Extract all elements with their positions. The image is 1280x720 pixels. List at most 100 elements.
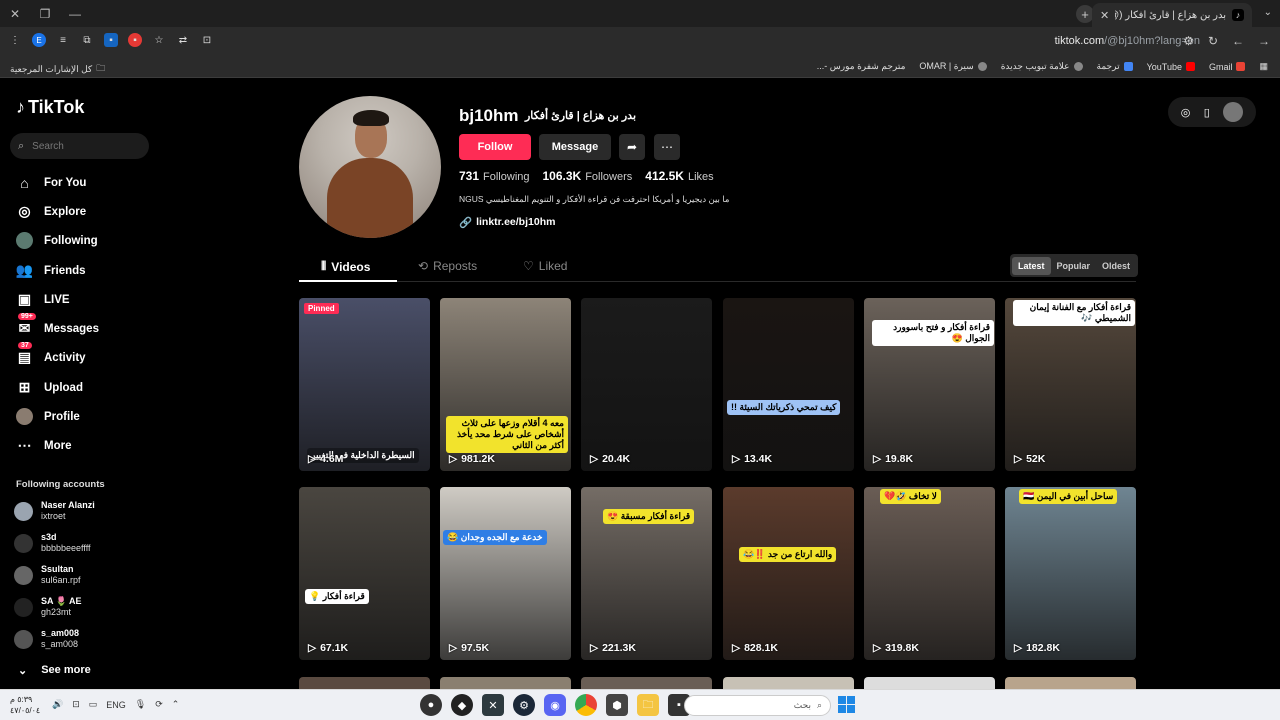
browser-menu-icon[interactable]: ⋮ [8, 33, 22, 47]
screenshot-icon[interactable]: ⊡ [200, 33, 214, 47]
window-close-icon[interactable]: ✕ [0, 0, 30, 27]
volume-icon[interactable]: 🔊 [52, 699, 63, 710]
start-button-icon[interactable] [838, 696, 855, 713]
video-card[interactable]: والله ارتاع من جد ‼️😂 ▷ 828.1K [723, 487, 854, 660]
sync-icon[interactable]: ⟳ [155, 699, 163, 710]
bookmark-translate[interactable]: ترجمة [1097, 61, 1133, 72]
tiktok-logo[interactable]: ♪ TikTok [16, 97, 84, 118]
video-card-partial[interactable] [1005, 677, 1136, 689]
bookmark-omar[interactable]: سيرة | OMAR [919, 61, 987, 72]
nav-upload[interactable]: ⊞ Upload [16, 379, 83, 396]
tab-close-icon[interactable]: ✕ [1100, 9, 1109, 22]
video-card[interactable]: لا تخاف 🤣💔 ▷ 319.8K [864, 487, 995, 660]
app-capcut-icon[interactable]: ✕ [482, 694, 504, 716]
extension-red-icon[interactable]: ▪ [128, 33, 142, 47]
video-card[interactable]: قراءة أفكار مسبقة 😍 ▷ 221.3K [581, 487, 712, 660]
browser-tab[interactable]: ♪ بدر بن هزاع | قارئ أفكار (@bj10hm) | ✕ [1092, 3, 1252, 27]
nav-activity[interactable]: ▤ 37 Activity [16, 342, 86, 366]
video-card[interactable]: كيف تمحي ذكرياتك السيئة !! ▷ 13.4K [723, 298, 854, 471]
forward-icon[interactable]: ← [1232, 34, 1244, 48]
language-indicator[interactable]: ENG [106, 700, 126, 710]
nav-messages[interactable]: ✉ 99+ Messages [16, 313, 99, 337]
site-settings-icon[interactable]: ⚙ [1183, 34, 1194, 48]
window-restore-icon[interactable]: ❐ [30, 0, 60, 27]
video-card[interactable]: قراءة أفكار 💡 ▷ 67.1K [299, 487, 430, 660]
nav-explore[interactable]: ◎ Explore [16, 203, 86, 220]
follow-button[interactable]: Follow [459, 134, 531, 160]
extensions-icon[interactable]: ⧉ [80, 33, 94, 47]
tab-reposts[interactable]: ⟲ Reposts [418, 259, 477, 273]
following-account[interactable]: Naser Alanzi ixtroet [14, 500, 95, 522]
sort-popular[interactable]: Popular [1051, 257, 1097, 275]
app-unity-icon[interactable]: ◆ [451, 694, 473, 716]
following-account[interactable]: s3d bbbbbeeeffff [14, 532, 91, 554]
profile-avatar[interactable] [299, 96, 441, 238]
see-more-button[interactable]: ⌄ See more [18, 664, 91, 677]
video-card[interactable]: قراءة أفكار مع الفنانة إيمان الشميطي 🎶 ▷ 5… [1005, 298, 1136, 471]
reload-icon[interactable]: ↻ [1208, 34, 1218, 48]
nav-for-you[interactable]: ⌂ For You [16, 174, 86, 191]
translate-icon[interactable]: ⇄ [176, 33, 190, 47]
extension-blue-icon[interactable]: ▪ [104, 33, 118, 47]
share-icon[interactable]: ➦ [619, 134, 645, 160]
video-card[interactable]: معه 4 أقلام وزعها على ثلاث أشخاص على شرط… [440, 298, 571, 471]
battery-icon[interactable]: ▭ [89, 699, 98, 710]
bookmark-star-icon[interactable]: ☆ [152, 33, 166, 47]
app-obs-icon[interactable]: ● [420, 694, 442, 716]
following-account[interactable]: SA 🌷 AE gh23mt [14, 596, 82, 618]
nav-profile[interactable]: Profile [16, 408, 80, 425]
following-stat[interactable]: 731 Following [459, 169, 530, 183]
profile-e-icon[interactable]: E [32, 33, 46, 47]
followers-stat[interactable]: 106.3K Followers [543, 169, 633, 183]
tray-chevron-icon[interactable]: ⌃ [172, 699, 180, 710]
bookmark-morse[interactable]: مترجم شفرة مورس -... [817, 61, 906, 72]
url-field[interactable]: tiktok.com/@bj10hm?lang=en [1055, 35, 1200, 47]
back-icon[interactable]: → [1258, 34, 1270, 48]
following-account[interactable]: s_am008 s_am008 [14, 628, 79, 650]
device-icon[interactable]: ▯ [1204, 106, 1210, 119]
network-icon[interactable]: ⊡ [72, 699, 80, 710]
video-card[interactable]: ساحل أبين في اليمن 🇾🇪 ▷ 182.8K [1005, 487, 1136, 660]
tab-liked[interactable]: ♡ Liked [523, 259, 567, 273]
all-bookmarks[interactable]: كل الإشارات المرجعية 🗀 [10, 61, 105, 77]
coin-icon[interactable]: ◎ [1181, 106, 1191, 119]
taskbar-search[interactable]: بحث ⌕ [684, 695, 831, 716]
search-input[interactable]: ⌕ Search [10, 133, 149, 159]
bookmark-new-tab[interactable]: علامة تبويب جديدة [1001, 61, 1083, 72]
video-card-partial[interactable] [440, 677, 571, 689]
app-chrome-icon[interactable] [575, 694, 597, 716]
more-options-icon[interactable]: ⋯ [654, 134, 680, 160]
profile-username: bj10hm [459, 106, 519, 125]
profile-link[interactable]: 🔗 linktr.ee/bj10hm [459, 216, 555, 229]
following-account[interactable]: Ssultan sul6an.rpf [14, 564, 81, 586]
tab-search-icon[interactable]: ⌄ [1264, 7, 1272, 18]
video-card-partial[interactable] [299, 677, 430, 689]
nav-following[interactable]: Following [16, 232, 98, 249]
apps-grid-icon[interactable]: ▦ [1259, 61, 1268, 72]
video-card-partial[interactable] [581, 677, 712, 689]
app-file-explorer-icon[interactable]: 🗀 [637, 694, 659, 716]
video-card-partial[interactable] [723, 677, 854, 689]
video-card-partial[interactable] [864, 677, 995, 689]
message-button[interactable]: Message [539, 134, 611, 160]
tab-videos[interactable]: ⦀ Videos [321, 259, 370, 274]
nav-live[interactable]: ▣ LIVE [16, 291, 70, 308]
sort-latest[interactable]: Latest [1012, 256, 1051, 275]
app-discord-icon[interactable]: ◉ [544, 694, 566, 716]
taskbar-clock[interactable]: ٥:٣٩ م ٤٧/٠٥/٠٤ [10, 694, 40, 716]
window-minimize-icon[interactable]: — [60, 0, 90, 27]
mic-icon[interactable]: 🎙 [135, 699, 146, 710]
nav-friends[interactable]: 👥 Friends [16, 262, 86, 279]
video-card[interactable]: خدعة مع الجده وجدان 😂 ▷ 97.5K [440, 487, 571, 660]
nav-more[interactable]: ⋯ More [16, 437, 72, 454]
app-steam-icon[interactable]: ⚙ [513, 694, 535, 716]
bookmark-gmail[interactable]: Gmail [1209, 62, 1246, 72]
reading-list-icon[interactable]: ≡ [56, 33, 70, 47]
video-card[interactable]: Pinned السيطرة الداخلية في التغيير ▷ 4.6M [299, 298, 430, 471]
video-card[interactable]: قراءة أفكار و فتح باسوورد الجوال 😍 ▷ 19.8K [864, 298, 995, 471]
video-card[interactable]: ▷ 20.4K [581, 298, 712, 471]
sort-oldest[interactable]: Oldest [1096, 257, 1136, 275]
bookmark-youtube[interactable]: YouTube [1147, 62, 1195, 72]
user-avatar[interactable] [1223, 102, 1244, 122]
app-cube-icon[interactable]: ⬢ [606, 694, 628, 716]
